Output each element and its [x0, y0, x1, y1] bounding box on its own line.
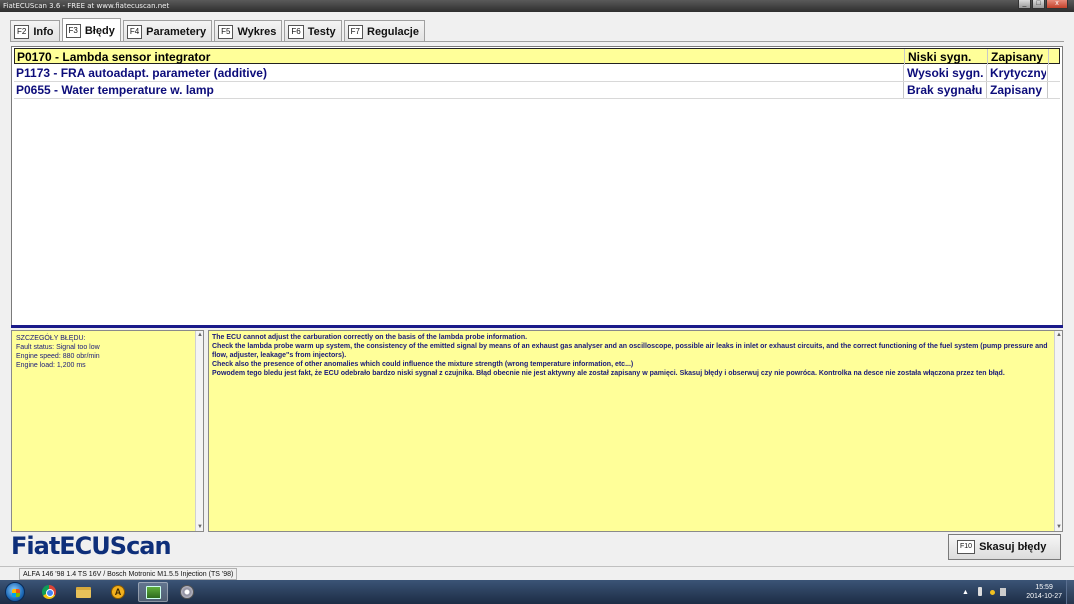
- error-signal: Brak sygnału: [903, 82, 985, 98]
- taskbar: A ▲ 15:59 2014-10-27: [0, 580, 1074, 604]
- fkey-label: F3: [65, 23, 81, 38]
- client-area: F2 Info F3 Błędy F4 Parametery F5 Wykres…: [0, 12, 1074, 580]
- error-list: P0170 - Lambda sensor integrator Niski s…: [11, 46, 1063, 326]
- error-extra-cell: [1047, 82, 1060, 98]
- show-desktop-button[interactable]: [1066, 580, 1074, 604]
- description-line: Check the lambda probe warm up system, t…: [212, 343, 1048, 359]
- fiatecuscan-taskbar-icon[interactable]: [138, 582, 168, 602]
- usb-icon[interactable]: [978, 587, 982, 596]
- title-bar: FiatECUScan 3.6 - FREE at www.fiatecusca…: [0, 0, 1074, 12]
- window-title: FiatECUScan 3.6 - FREE at www.fiatecusca…: [3, 2, 170, 10]
- details-scrollbar[interactable]: ▲ ▼: [195, 331, 203, 531]
- folder-icon[interactable]: [68, 582, 98, 602]
- tab-label: Info: [33, 25, 54, 38]
- app-window: FiatECUScan 3.6 - FREE at www.fiatecusca…: [0, 0, 1074, 604]
- vehicle-status: ALFA 146 '98 1.4 TS 16V / Bosch Motronic…: [19, 568, 238, 580]
- minimize-button[interactable]: _: [1018, 0, 1031, 9]
- clear-errors-label: Skasuj błędy: [979, 541, 1047, 553]
- fkey-label: F5: [218, 24, 234, 39]
- error-row[interactable]: P0655 - Water temperature w. lamp Brak s…: [14, 82, 1060, 99]
- scroll-down-icon[interactable]: ▼: [1055, 523, 1063, 531]
- fkey-label: F6: [288, 24, 304, 39]
- error-row[interactable]: P0170 - Lambda sensor integrator Niski s…: [14, 48, 1061, 65]
- volume-icon[interactable]: [1000, 588, 1006, 596]
- error-extra-cell: [1047, 65, 1060, 81]
- error-status: Zapisany: [987, 49, 1047, 65]
- fkey-label: F2: [14, 24, 30, 39]
- details-line: Engine load: 1,200 ms: [16, 362, 86, 369]
- chrome-icon[interactable]: [34, 582, 64, 602]
- error-code: P0170 - Lambda sensor integrator: [17, 50, 211, 64]
- scroll-up-icon[interactable]: ▲: [1055, 331, 1063, 339]
- network-icon[interactable]: [990, 590, 995, 595]
- details-line: Engine speed: 880 obr/min: [16, 353, 100, 360]
- tab-label: Regulacje: [367, 25, 419, 38]
- error-signal: Niski sygn.: [904, 49, 986, 65]
- description-line: Check also the presence of other anomali…: [212, 361, 634, 368]
- error-extra-cell: [1048, 49, 1061, 65]
- status-bar: ALFA 146 '98 1.4 TS 16V / Bosch Motronic…: [0, 566, 1074, 580]
- description-line: Powodem tego bledu jest fakt, że ECU ode…: [212, 370, 1005, 377]
- list-bottom-bar: [11, 325, 1063, 328]
- scroll-down-icon[interactable]: ▼: [196, 523, 204, 531]
- tab-divider: [10, 41, 1064, 42]
- tab-label: Wykres: [237, 25, 277, 38]
- fkey-label: F7: [347, 24, 363, 39]
- tray-expand-icon[interactable]: ▲: [962, 589, 969, 596]
- clear-errors-button[interactable]: F10 Skasuj błędy: [948, 534, 1061, 560]
- tab-regulacje[interactable]: F7 Regulacje: [343, 20, 425, 42]
- error-row[interactable]: P1173 - FRA autoadapt. parameter (additi…: [14, 65, 1060, 82]
- fkey-label: F10: [957, 540, 976, 554]
- app-logo: FiatECUScan: [11, 532, 172, 560]
- tab-bar: F2 Info F3 Błędy F4 Parametery F5 Wykres…: [10, 18, 427, 42]
- maximize-button[interactable]: □: [1032, 0, 1045, 9]
- close-button[interactable]: x: [1046, 0, 1068, 9]
- error-status: Zapisany: [986, 82, 1046, 98]
- warning-app-icon[interactable]: A: [103, 582, 133, 602]
- error-code: P1173 - FRA autoadapt. parameter (additi…: [16, 66, 267, 80]
- tab-label: Parametery: [146, 25, 207, 38]
- error-signal: Wysoki sygn.: [903, 65, 985, 81]
- tab-wykres[interactable]: F5 Wykres: [214, 20, 283, 42]
- tab-label: Błędy: [84, 24, 115, 37]
- details-line: Fault status: Signal too low: [16, 344, 100, 351]
- row-divider: [14, 98, 1060, 99]
- fkey-label: F4: [126, 24, 143, 39]
- error-details-panel: SZCZEGÓŁY BŁĘDU: Fault status: Signal to…: [11, 330, 204, 532]
- description-line: The ECU cannot adjust the carburation co…: [212, 334, 528, 341]
- disc-app-icon[interactable]: [172, 582, 202, 602]
- tab-testy[interactable]: F6 Testy: [284, 20, 342, 42]
- tab-bledy[interactable]: F3 Błędy: [61, 18, 121, 42]
- tab-label: Testy: [307, 25, 336, 38]
- scroll-up-icon[interactable]: ▲: [196, 331, 204, 339]
- tab-info[interactable]: F2 Info: [10, 20, 60, 42]
- start-button[interactable]: [5, 582, 25, 602]
- details-heading: SZCZEGÓŁY BŁĘDU:: [16, 335, 86, 342]
- tab-parametery[interactable]: F4 Parametery: [122, 20, 213, 42]
- error-description-panel: The ECU cannot adjust the carburation co…: [208, 330, 1063, 532]
- clock-time: 15:59: [1035, 584, 1053, 591]
- description-scrollbar[interactable]: ▲ ▼: [1054, 331, 1062, 531]
- window-controls: _ □ x: [1017, 0, 1068, 10]
- system-tray: ▲ 15:59 2014-10-27: [954, 580, 1074, 604]
- clock-date: 2014-10-27: [1026, 593, 1062, 600]
- error-status: Krytyczny: [986, 65, 1046, 81]
- clock[interactable]: 15:59 2014-10-27: [1026, 583, 1062, 601]
- error-code: P0655 - Water temperature w. lamp: [16, 83, 214, 97]
